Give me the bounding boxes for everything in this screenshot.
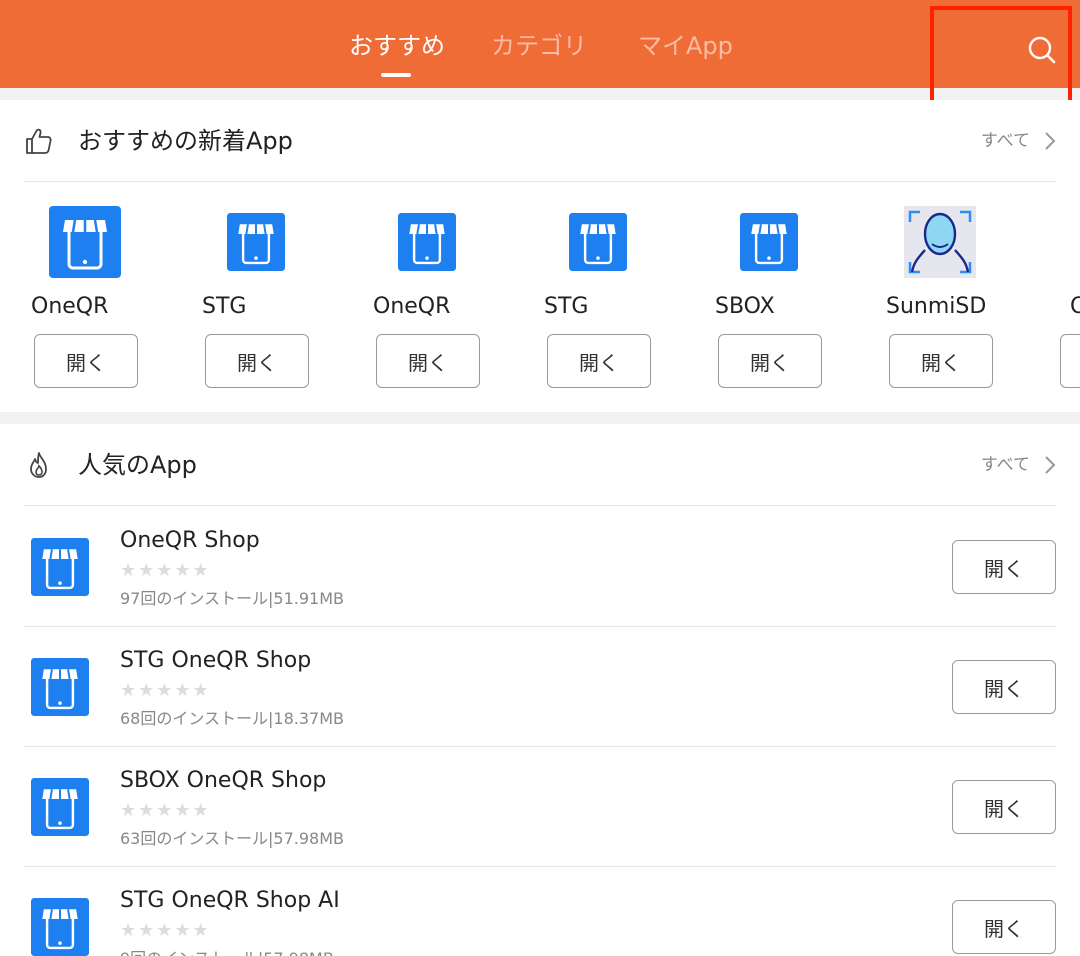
app-name: OneQR — [31, 294, 109, 319]
see-all-popular[interactable]: すべて — [981, 452, 1056, 478]
app-name: SBOX — [715, 294, 775, 319]
popular-section: 人気のApp すべて OneQR Shop ★★★★★ 97回のインストール|5… — [0, 424, 1080, 956]
chevron-right-icon — [1045, 456, 1056, 474]
store-icon — [562, 206, 634, 278]
face-scan-icon — [904, 206, 976, 278]
flame-icon — [30, 452, 47, 478]
store-icon — [733, 206, 805, 278]
open-button[interactable]: 開く — [547, 334, 651, 388]
list-item[interactable]: SBOX OneQR Shop ★★★★★ 63回のインストール|57.98MB… — [24, 747, 1056, 867]
list-item[interactable]: STG OneQR Shop ★★★★★ 68回のインストール|18.37MB … — [24, 627, 1056, 747]
open-button[interactable]: 開く — [376, 334, 480, 388]
app-tile[interactable]: STG 開く — [544, 200, 715, 400]
star-rating: ★★★★★ — [120, 560, 211, 581]
star-rating: ★★★★★ — [120, 680, 211, 701]
app-name: SBOX OneQR Shop — [120, 768, 327, 793]
section-title: おすすめの新着App — [78, 127, 293, 155]
app-tile[interactable]: SBOX 開く — [715, 200, 886, 400]
section-title: 人気のApp — [78, 451, 197, 479]
star-rating: ★★★★★ — [120, 800, 211, 821]
app-tile[interactable]: OneQR 開く — [373, 200, 544, 400]
app-name: STG OneQR Shop AI — [120, 888, 340, 913]
open-button[interactable]: 開く — [889, 334, 993, 388]
recommended-section: おすすめの新着App すべて OneQR 開く STG 開く OneQR 開く … — [0, 100, 1080, 412]
popular-header: 人気のApp すべて — [24, 424, 1056, 506]
open-button[interactable]: 開く — [34, 334, 138, 388]
list-item[interactable]: STG OneQR Shop AI ★★★★★ 9回のインストール|57.98M… — [24, 867, 1056, 956]
open-button[interactable]: 開く — [952, 540, 1056, 594]
app-tile[interactable]: SunmiSD 開く — [886, 200, 1057, 400]
recommended-header: おすすめの新着App すべて — [24, 100, 1056, 182]
app-tile[interactable]: STG 開く — [202, 200, 373, 400]
tab-recommended[interactable]: おすすめ — [349, 28, 445, 64]
app-tile[interactable]: OneQR 開く — [31, 200, 202, 400]
store-icon — [49, 206, 121, 278]
top-bar: おすすめ カテゴリ マイApp — [0, 0, 1080, 110]
open-button[interactable]: 開く — [1060, 334, 1080, 388]
app-name: STG OneQR Shop — [120, 648, 312, 673]
open-button[interactable]: 開く — [952, 660, 1056, 714]
store-icon — [391, 206, 463, 278]
open-button[interactable]: 開く — [952, 900, 1056, 954]
tab-categories[interactable]: カテゴリ — [491, 28, 587, 64]
store-icon — [30, 537, 90, 597]
app-name: STG — [202, 294, 247, 319]
chevron-right-icon — [1045, 132, 1056, 150]
app-name: OneQR Shop — [120, 528, 260, 553]
install-info: 68回のインストール|18.37MB — [120, 709, 345, 728]
tab-my-apps[interactable]: マイApp — [638, 28, 733, 64]
app-name: STG — [544, 294, 589, 319]
open-button[interactable]: 開く — [952, 780, 1056, 834]
see-all-label: すべて — [980, 455, 1030, 475]
store-icon — [30, 897, 90, 956]
app-name: O — [1070, 294, 1080, 319]
open-button[interactable]: 開く — [205, 334, 309, 388]
app-name: SunmiSD — [886, 294, 987, 319]
active-tab-indicator — [381, 73, 411, 77]
see-all-recommended[interactable]: すべて — [981, 128, 1056, 154]
green-app-icon — [1075, 206, 1080, 278]
open-button[interactable]: 開く — [718, 334, 822, 388]
install-info: 97回のインストール|51.91MB — [120, 589, 345, 608]
install-info: 63回のインストール|57.98MB — [120, 829, 345, 848]
search-highlight-box — [930, 6, 1072, 110]
app-name: OneQR — [373, 294, 451, 319]
store-icon — [30, 657, 90, 717]
list-item[interactable]: OneQR Shop ★★★★★ 97回のインストール|51.91MB 開く — [24, 507, 1056, 627]
see-all-label: すべて — [980, 131, 1030, 151]
store-icon — [30, 777, 90, 837]
app-tile[interactable]: O 開く — [1057, 200, 1080, 400]
star-rating: ★★★★★ — [120, 920, 211, 941]
thumbs-up-icon — [26, 128, 52, 154]
store-icon — [220, 206, 292, 278]
install-info: 9回のインストール|57.98MB — [120, 947, 334, 956]
